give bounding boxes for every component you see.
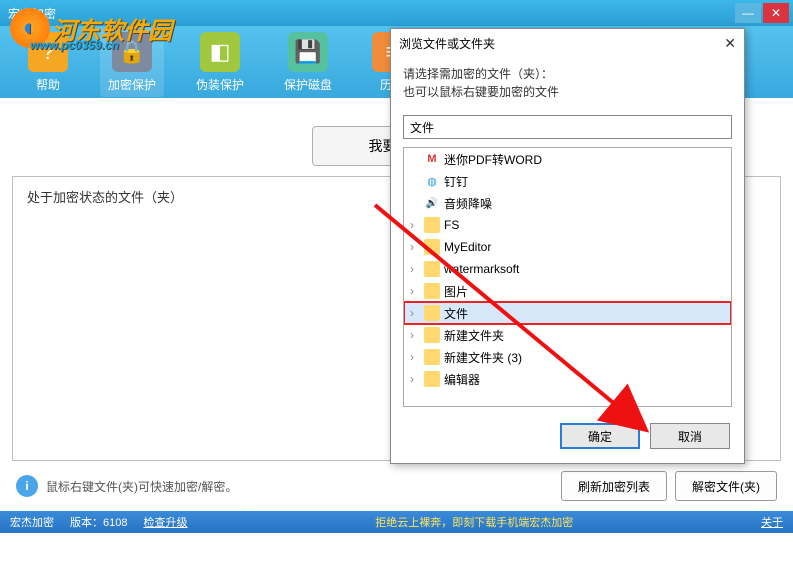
file-tree-item[interactable]: › 新建文件夹 xyxy=(404,324,731,346)
cancel-button[interactable]: 取消 xyxy=(650,423,730,449)
close-button[interactable]: ✕ xyxy=(763,3,789,23)
toolbar-label: 帮助 xyxy=(36,76,60,93)
minimize-button[interactable]: — xyxy=(735,3,761,23)
expand-chevron-icon: › xyxy=(410,284,420,298)
dialog-prompt: 请选择需加密的文件（夹）： 也可以鼠标右键要加密的文件 xyxy=(391,57,744,109)
file-tree-item[interactable]: › FS xyxy=(404,214,731,236)
status-upgrade[interactable]: 检查升级 xyxy=(143,514,187,530)
toolbar-label: 伪装保护 xyxy=(196,76,244,93)
dialog-line2: 也可以鼠标右键要加密的文件 xyxy=(403,83,732,101)
file-tree-label: 编辑器 xyxy=(444,371,480,388)
dialog-titlebar: 浏览文件或文件夹 ✕ xyxy=(391,29,744,57)
refresh-button[interactable]: 刷新加密列表 xyxy=(561,471,667,501)
file-tree[interactable]: M迷你PDF转WORD◍钉钉🔊音频降噪›FS›MyEditor›watermar… xyxy=(403,147,732,407)
app-m-icon: M xyxy=(424,151,440,167)
status-app: 宏杰加密 xyxy=(10,514,54,530)
disk-icon: 💾 xyxy=(288,32,328,72)
expand-chevron-icon: › xyxy=(410,240,420,254)
folder-icon xyxy=(424,239,440,255)
folder-icon xyxy=(424,283,440,299)
status-bar: 宏杰加密 版本：6108 检查升级 拒绝云上裸奔，即刻下载手机端宏杰加密 关于 xyxy=(0,511,793,533)
file-tree-label: watermarksoft xyxy=(444,262,519,276)
dialog-line1: 请选择需加密的文件（夹）： xyxy=(403,65,732,83)
expand-chevron-icon: › xyxy=(410,218,420,232)
file-tree-item[interactable]: › MyEditor xyxy=(404,236,731,258)
title-bar: 宏杰加密 — ✕ xyxy=(0,0,793,26)
folder-icon xyxy=(424,371,440,387)
window-title: 宏杰加密 xyxy=(8,5,733,22)
expand-chevron-icon: › xyxy=(410,350,420,364)
sound-icon: 🔊 xyxy=(424,195,440,211)
expand-chevron-icon: › xyxy=(410,306,420,320)
status-promo[interactable]: 拒绝云上裸奔，即刻下载手机端宏杰加密 xyxy=(203,514,745,530)
tip-row: i 鼠标右键文件(夹)可快速加密/解密。 刷新加密列表 解密文件(夹) xyxy=(0,461,793,511)
globe-icon: ◍ xyxy=(424,173,440,189)
folder-icon xyxy=(424,349,440,365)
encrypt-icon: 🔒 xyxy=(112,32,152,72)
folder-icon xyxy=(424,305,440,321)
file-tree-label: MyEditor xyxy=(444,240,491,254)
dialog-buttons: 确定 取消 xyxy=(391,409,744,463)
folder-icon xyxy=(424,327,440,343)
path-input[interactable] xyxy=(403,115,732,139)
file-tree-label: 音频降噪 xyxy=(444,195,492,212)
file-tree-label: 迷你PDF转WORD xyxy=(444,151,542,168)
toolbar-disguise[interactable]: ◧ 伪装保护 xyxy=(188,28,252,97)
file-tree-item[interactable]: M迷你PDF转WORD xyxy=(404,148,731,170)
file-tree-label: 新建文件夹 xyxy=(444,327,504,344)
toolbar-help[interactable]: ? 帮助 xyxy=(20,28,76,97)
file-tree-item[interactable]: › 新建文件夹 (3) xyxy=(404,346,731,368)
file-tree-item[interactable]: ◍钉钉 xyxy=(404,170,731,192)
file-tree-label: 图片 xyxy=(444,283,468,300)
toolbar-label: 保护磁盘 xyxy=(284,76,332,93)
ok-button[interactable]: 确定 xyxy=(560,423,640,449)
toolbar-label: 加密保护 xyxy=(108,76,156,93)
file-tree-item[interactable]: › 图片 xyxy=(404,280,731,302)
status-version: 版本：6108 xyxy=(70,514,127,530)
file-tree-label: 钉钉 xyxy=(444,173,468,190)
help-icon: ? xyxy=(28,32,68,72)
folder-icon xyxy=(424,217,440,233)
dialog-close-icon[interactable]: ✕ xyxy=(724,35,736,52)
file-tree-item[interactable]: › 编辑器 xyxy=(404,368,731,390)
file-tree-item[interactable]: › 文件 xyxy=(404,302,731,324)
folder-icon xyxy=(424,261,440,277)
expand-chevron-icon: › xyxy=(410,372,420,386)
info-icon: i xyxy=(16,475,38,497)
file-tree-label: 新建文件夹 (3) xyxy=(444,349,522,366)
file-tree-item[interactable]: › watermarksoft xyxy=(404,258,731,280)
file-tree-label: FS xyxy=(444,218,459,232)
browse-dialog: 浏览文件或文件夹 ✕ 请选择需加密的文件（夹）： 也可以鼠标右键要加密的文件 M… xyxy=(390,28,745,464)
file-tree-label: 文件 xyxy=(444,305,468,322)
disguise-icon: ◧ xyxy=(200,32,240,72)
status-about[interactable]: 关于 xyxy=(761,514,783,530)
expand-chevron-icon: › xyxy=(410,262,420,276)
toolbar-encrypt[interactable]: 🔒 加密保护 xyxy=(100,28,164,97)
toolbar-disk[interactable]: 💾 保护磁盘 xyxy=(276,28,340,97)
tip-text: 鼠标右键文件(夹)可快速加密/解密。 xyxy=(46,478,237,495)
decrypt-button[interactable]: 解密文件(夹) xyxy=(675,471,777,501)
file-tree-item[interactable]: 🔊音频降噪 xyxy=(404,192,731,214)
expand-chevron-icon: › xyxy=(410,328,420,342)
dialog-title: 浏览文件或文件夹 xyxy=(399,35,495,52)
